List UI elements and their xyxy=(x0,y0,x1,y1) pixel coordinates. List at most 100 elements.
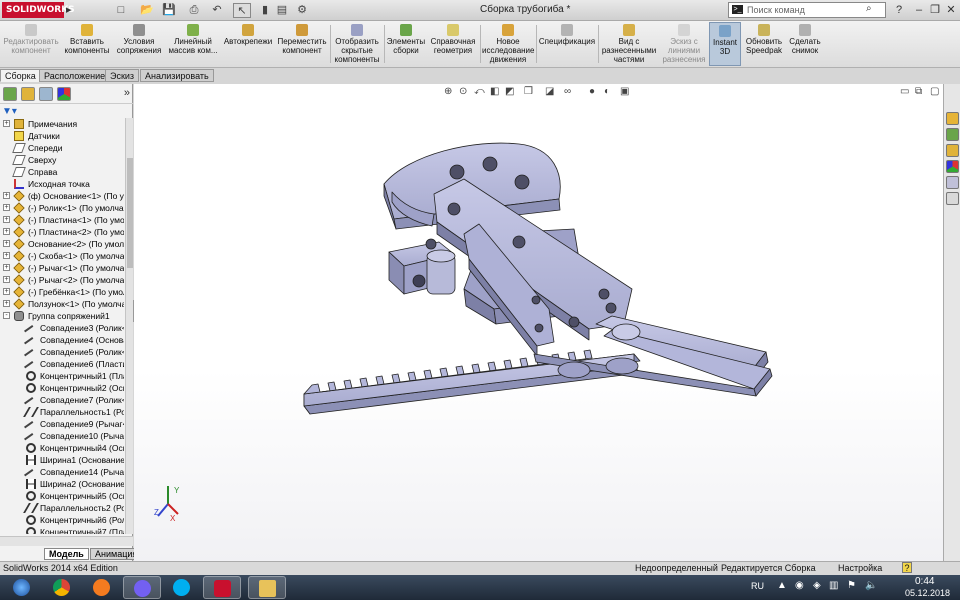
assembly-features-button[interactable]: Элементы сборки xyxy=(386,22,426,66)
explode-line-sketch-button[interactable]: Эскиз с линиями разнесения xyxy=(660,22,708,66)
tree-item[interactable]: Параллельность2 (Рол xyxy=(0,502,124,514)
tree-horizontal-scrollbar[interactable] xyxy=(0,536,133,546)
linear-pattern-button[interactable]: Линейный массив ком... xyxy=(166,22,220,66)
minimize-icon[interactable]: – xyxy=(912,3,926,17)
tree-expander-icon[interactable]: + xyxy=(3,120,10,127)
tree-item[interactable]: Концентричный6 (Рол xyxy=(0,514,124,526)
tree-item[interactable]: Справа xyxy=(0,166,124,178)
panel-expand-icon[interactable]: » xyxy=(124,87,130,99)
tree-item[interactable]: Совпадение5 (Ролик<1 xyxy=(0,346,124,358)
tree-item[interactable]: Сверху xyxy=(0,154,124,166)
start-button[interactable] xyxy=(3,576,41,599)
tree-expander-icon[interactable]: + xyxy=(3,252,10,259)
tree-item[interactable]: Ширина2 (Основание< xyxy=(0,478,124,490)
solidworks-taskbar-button[interactable] xyxy=(203,576,241,599)
tree-expander-icon[interactable]: + xyxy=(3,300,10,307)
undo-icon[interactable]: ↶ xyxy=(208,3,226,18)
tree-item[interactable]: Совпадение3 (Ролик<1 xyxy=(0,322,124,334)
tree-expander-icon[interactable]: + xyxy=(3,192,10,199)
rebuild-icon[interactable]: ▮ xyxy=(256,3,274,18)
tree-expander-icon[interactable]: + xyxy=(3,240,10,247)
tree-expander-icon[interactable]: + xyxy=(3,204,10,211)
tube-bender-model[interactable] xyxy=(134,84,943,561)
tree-item[interactable]: + (-) Ролик<1> (По умолчан xyxy=(0,202,124,214)
tab-evaluate[interactable]: Анализировать xyxy=(140,69,214,82)
appearances-icon[interactable] xyxy=(946,160,959,173)
smart-fasteners-button[interactable]: Автокрепежи xyxy=(222,22,274,66)
update-speedpak-button[interactable]: Обновить Speedpak xyxy=(743,22,785,66)
select-cursor-icon[interactable]: ↖ xyxy=(233,3,251,18)
avast-taskbar-button[interactable] xyxy=(83,576,121,599)
tree-item[interactable]: Спереди xyxy=(0,142,124,154)
tree-item[interactable]: + (-) Пластина<2> (По умол xyxy=(0,226,124,238)
tree-item[interactable]: Ширина1 (Основание< xyxy=(0,454,124,466)
restore-icon[interactable]: ❐ xyxy=(928,3,942,17)
tree-expander-icon[interactable]: + xyxy=(3,264,10,271)
settings-label[interactable]: Настройка xyxy=(838,562,882,575)
clock-date[interactable]: 05.12.2018 xyxy=(905,588,950,598)
chrome-taskbar-button[interactable] xyxy=(43,576,81,599)
tree-item[interactable]: Концентричный7 (Пла xyxy=(0,526,124,534)
tree-item[interactable]: Датчики xyxy=(0,130,124,142)
network-icon[interactable]: ▥ xyxy=(829,580,838,591)
tree-item[interactable]: + (ф) Основание<1> (По ум xyxy=(0,190,124,202)
tree-item[interactable]: + (-) Рычаг<1> (По умолча xyxy=(0,262,124,274)
tree-item[interactable]: + Ползунок<1> (По умолча xyxy=(0,298,124,310)
take-snapshot-button[interactable]: Сделать снимок xyxy=(787,22,823,66)
tree-item[interactable]: Совпадение9 (Рычаг<2 xyxy=(0,418,124,430)
tree-item[interactable]: Совпадение14 (Рычаг< xyxy=(0,466,124,478)
viber-taskbar-button[interactable] xyxy=(123,576,161,599)
tree-item[interactable]: Концентричный2 (Осн xyxy=(0,382,124,394)
exploded-view-button[interactable]: Вид с разнесенными частями xyxy=(600,22,658,66)
tree-expander-icon[interactable]: + xyxy=(3,216,10,223)
tree-item[interactable]: Параллельность1 (Рол xyxy=(0,406,124,418)
flag-icon[interactable]: ⚑ xyxy=(847,580,856,591)
open-folder-icon[interactable]: 📂 xyxy=(138,3,156,18)
search-commands-input[interactable]: >_ Поиск команд xyxy=(728,2,886,18)
solidworks-logo[interactable]: SOLIDWORKS xyxy=(2,2,75,18)
tree-expander-icon[interactable]: - xyxy=(3,312,10,319)
tree-item[interactable]: Исходная точка xyxy=(0,178,124,190)
tree-item[interactable]: Совпадение4 (Основа xyxy=(0,334,124,346)
edit-component-button[interactable]: Редактировать компонент xyxy=(2,22,60,66)
menu-arrow-icon[interactable]: ▶ xyxy=(66,6,71,14)
feature-manager-icon[interactable] xyxy=(3,87,17,101)
tray-chevron-icon[interactable]: ▲ xyxy=(777,580,787,591)
custom-properties-icon[interactable] xyxy=(946,176,959,189)
rack-part[interactable] xyxy=(303,349,641,415)
tree-expander-icon[interactable]: + xyxy=(3,288,10,295)
options-icon[interactable]: ⚙ xyxy=(293,3,311,18)
clock-time[interactable]: 0:44 xyxy=(915,576,934,587)
solidworks-resources-icon[interactable] xyxy=(946,112,959,125)
property-manager-icon[interactable] xyxy=(21,87,35,101)
tray-shield-icon[interactable]: ◈ xyxy=(813,580,821,591)
instant-3d-button[interactable]: Instant 3D xyxy=(709,22,741,66)
scrollbar-thumb[interactable] xyxy=(127,158,133,268)
tab-layout[interactable]: Расположение xyxy=(39,69,111,82)
tree-vertical-scrollbar[interactable] xyxy=(125,118,133,534)
move-component-button[interactable]: Переместить компонент xyxy=(276,22,328,66)
tree-item[interactable]: Совпадение6 (Пласти xyxy=(0,358,124,370)
file-properties-icon[interactable]: ▤ xyxy=(273,3,291,18)
tray-app-icon[interactable]: ◉ xyxy=(795,580,804,591)
tree-item[interactable]: + (-) Скоба<1> (По умолча xyxy=(0,250,124,262)
explorer-taskbar-button[interactable] xyxy=(248,576,286,599)
tree-expander-icon[interactable]: + xyxy=(3,276,10,283)
save-icon[interactable]: 💾 xyxy=(160,3,178,18)
tree-item[interactable]: Концентричный4 (Осн xyxy=(0,442,124,454)
reference-geometry-button[interactable]: Справочная геометрия xyxy=(428,22,478,66)
close-icon[interactable]: ✕ xyxy=(944,3,958,17)
configuration-manager-icon[interactable] xyxy=(39,87,53,101)
view-palette-icon[interactable] xyxy=(946,192,959,205)
print-icon[interactable]: ⎙ xyxy=(185,3,203,18)
tab-model[interactable]: Модель xyxy=(44,548,89,560)
new-document-icon[interactable]: □ xyxy=(112,3,130,18)
filter-icon[interactable]: ▼▾ xyxy=(2,106,17,117)
tree-item[interactable]: + Примечания xyxy=(0,118,124,130)
file-explorer-icon[interactable] xyxy=(946,144,959,157)
tree-item[interactable]: Совпадение10 (Рычаг< xyxy=(0,430,124,442)
skype-taskbar-button[interactable] xyxy=(163,576,201,599)
tree-expander-icon[interactable]: + xyxy=(3,228,10,235)
help-icon[interactable]: ? xyxy=(892,3,906,17)
tree-item[interactable]: + Основание<2> (По умолч xyxy=(0,238,124,250)
